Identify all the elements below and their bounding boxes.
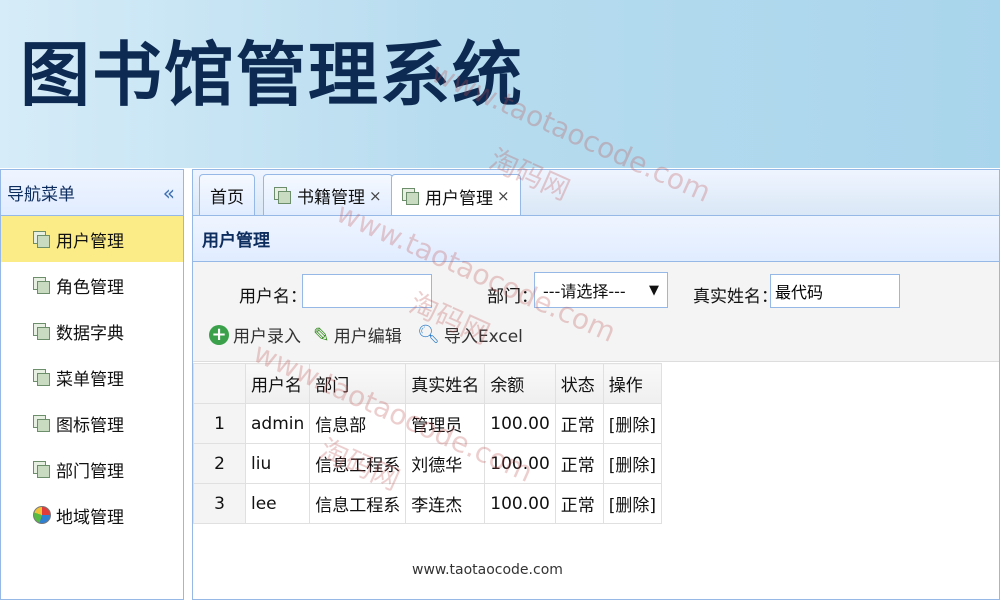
nav-sidebar: 导航菜单 « 用户管理 角色管理 数据字典 菜单管理 图标管理 部门管理 地域管… [0, 169, 184, 600]
table-row[interactable]: 3 lee 信息工程系 李连杰 100.00 正常 [删除] [193, 483, 663, 524]
department-selected-value: ---请选择--- [543, 282, 626, 301]
cell-department: 信息工程系 [309, 443, 407, 484]
sidebar-item-department-management[interactable]: 部门管理 [1, 446, 183, 492]
edit-user-label: 用户编辑 [333, 327, 402, 347]
action-toolbar: + 用户录入 ✎ 用户编辑 🔍︎ 导入Excel [193, 322, 999, 352]
cell-department: 信息工程系 [309, 483, 407, 524]
footer-url: www.taotaocode.com [412, 562, 563, 578]
cell-username: lee [244, 483, 311, 524]
tab-book-management[interactable]: 书籍管理 × [263, 174, 393, 216]
close-icon[interactable]: × [369, 187, 382, 205]
cell-username: liu [244, 443, 311, 484]
magnifier-icon: 🔍︎ [417, 324, 440, 345]
sidebar-item-menu-management[interactable]: 菜单管理 [1, 354, 183, 400]
sheet-icon [33, 368, 50, 386]
search-toolbar: 用户名： 部门： ---请选择--- ▼ 真实姓名： + 用户录入 ✎ 用户编辑… [193, 262, 999, 362]
column-header[interactable]: 用户名 [244, 363, 311, 404]
delete-link[interactable]: [删除] [602, 483, 663, 524]
sidebar-item-label: 图标管理 [56, 415, 124, 436]
cell-realname: 李连杰 [405, 483, 486, 524]
realname-label: 真实姓名： [693, 287, 778, 307]
table-header-row: 用户名 部门 真实姓名 余额 状态 操作 [193, 363, 663, 404]
table-row[interactable]: 2 liu 信息工程系 刘德华 100.00 正常 [删除] [193, 443, 663, 484]
tab-user-management[interactable]: 用户管理 × [391, 174, 521, 217]
sheet-icon [33, 460, 50, 478]
sidebar-item-label: 地域管理 [56, 507, 124, 528]
search-row: 用户名： 部门： ---请选择--- ▼ 真实姓名： [193, 272, 999, 312]
sidebar-item-label: 数据字典 [56, 323, 124, 344]
column-header[interactable]: 状态 [554, 363, 604, 404]
cell-balance: 100.00 [484, 443, 556, 484]
globe-icon [33, 506, 51, 524]
column-header[interactable]: 操作 [602, 363, 663, 404]
plus-icon: + [209, 324, 229, 345]
column-header[interactable]: 余额 [484, 363, 556, 404]
sidebar-item-user-management[interactable]: 用户管理 [1, 216, 183, 262]
cell-status: 正常 [554, 403, 604, 444]
department-label: 部门： [487, 287, 538, 307]
add-user-button[interactable]: + 用户录入 [209, 322, 301, 347]
sidebar-item-data-dictionary[interactable]: 数据字典 [1, 308, 183, 354]
row-number: 1 [193, 403, 246, 444]
sidebar-item-icon-management[interactable]: 图标管理 [1, 400, 183, 446]
import-excel-button[interactable]: 🔍︎ 导入Excel [417, 322, 523, 347]
department-select[interactable]: ---请选择--- ▼ [534, 272, 668, 308]
cell-status: 正常 [554, 443, 604, 484]
delete-link[interactable]: [删除] [602, 443, 663, 484]
sidebar-item-region-management[interactable]: 地域管理 [1, 492, 183, 538]
sheet-icon [33, 322, 50, 340]
sidebar-header: 导航菜单 « [1, 170, 183, 216]
sheet-icon [274, 187, 291, 204]
close-icon[interactable]: × [497, 187, 510, 205]
sidebar-item-label: 菜单管理 [56, 369, 124, 390]
header-banner: 图书馆管理系统 [0, 0, 1000, 168]
tab-strip: 首页 书籍管理 × 用户管理 × [192, 169, 1000, 217]
column-header[interactable]: 部门 [309, 363, 407, 404]
pencil-icon: ✎ [313, 322, 330, 347]
panel-title: 用户管理 [193, 216, 999, 262]
import-excel-label: 导入Excel [443, 327, 523, 347]
tab-label: 首页 [210, 188, 244, 208]
tab-label: 用户管理 [425, 188, 493, 209]
sidebar-item-label: 部门管理 [56, 461, 124, 482]
add-user-label: 用户录入 [233, 327, 301, 347]
cell-realname: 管理员 [405, 403, 486, 444]
username-input[interactable] [302, 274, 432, 308]
row-number: 3 [193, 483, 246, 524]
sheet-icon [33, 414, 50, 432]
edit-user-button[interactable]: ✎ 用户编辑 [313, 322, 402, 348]
chevron-down-icon: ▼ [649, 282, 659, 298]
column-header[interactable]: 真实姓名 [405, 363, 486, 404]
collapse-double-chevron-icon[interactable]: « [163, 181, 175, 205]
table-row[interactable]: 1 admin 信息部 管理员 100.00 正常 [删除] [193, 403, 663, 444]
cell-department: 信息部 [309, 403, 407, 444]
row-number: 2 [193, 443, 246, 484]
username-label: 用户名： [239, 287, 307, 307]
rownum-header [193, 363, 246, 404]
sheet-icon [33, 276, 50, 294]
delete-link[interactable]: [删除] [602, 403, 663, 444]
nav-menu: 用户管理 角色管理 数据字典 菜单管理 图标管理 部门管理 地域管理 [1, 216, 183, 538]
tab-label: 书籍管理 [297, 188, 365, 208]
user-management-panel: 用户管理 用户名： 部门： ---请选择--- ▼ 真实姓名： + 用户录入 ✎… [192, 215, 1000, 600]
cell-username: admin [244, 403, 311, 444]
sidebar-item-label: 角色管理 [56, 277, 124, 298]
sidebar-title: 导航菜单 [7, 185, 75, 205]
cell-balance: 100.00 [484, 403, 556, 444]
cell-realname: 刘德华 [405, 443, 486, 484]
sheet-icon [33, 230, 50, 248]
sidebar-item-label: 用户管理 [56, 231, 124, 252]
cell-status: 正常 [554, 483, 604, 524]
sidebar-item-role-management[interactable]: 角色管理 [1, 262, 183, 308]
app-title: 图书馆管理系统 [20, 34, 524, 116]
realname-input[interactable] [770, 274, 900, 308]
tab-home[interactable]: 首页 [199, 174, 255, 216]
cell-balance: 100.00 [484, 483, 556, 524]
user-table: 用户名 部门 真实姓名 余额 状态 操作 1 admin 信息部 管理员 100… [193, 363, 663, 524]
sheet-icon [402, 187, 419, 205]
